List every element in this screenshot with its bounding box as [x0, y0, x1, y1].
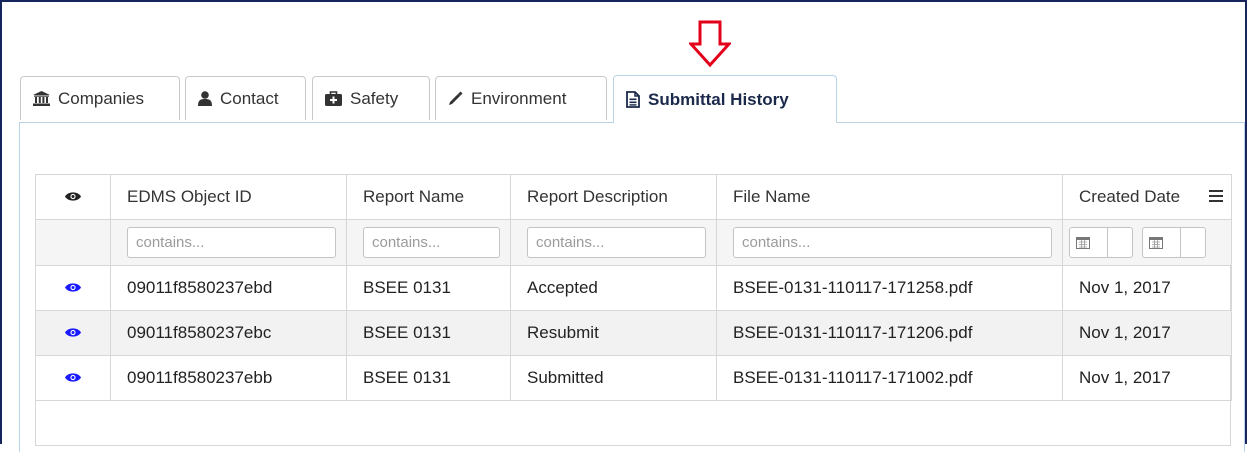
filter-cell — [510, 219, 717, 266]
cell-file-name: BSEE-0131-110117-171206.pdf — [716, 310, 1063, 356]
filter-report-name-input[interactable] — [363, 227, 500, 258]
grid-filter-row — [35, 219, 1232, 266]
annotation-down-arrow-icon — [689, 20, 731, 68]
filter-date-from[interactable] — [1069, 227, 1133, 258]
user-icon — [198, 91, 212, 106]
tab-environment[interactable]: Environment — [435, 76, 607, 120]
cell-report-name: BSEE 0131 — [346, 310, 511, 356]
filter-cell — [346, 219, 511, 266]
bank-icon — [33, 91, 50, 106]
column-header-report-description[interactable]: Report Description — [510, 174, 717, 220]
tab-companies[interactable]: Companies — [20, 76, 180, 120]
cell-created-date: Nov 1, 2017 — [1062, 355, 1232, 401]
file-text-icon — [626, 91, 640, 108]
cell-edms-object-id: 09011f8580237ebc — [110, 310, 347, 356]
filter-cell-empty — [35, 219, 111, 266]
cell-report-name: BSEE 0131 — [346, 355, 511, 401]
cell-report-description: Submitted — [510, 355, 717, 401]
view-column-header — [35, 174, 111, 220]
column-header-label: Created Date — [1079, 187, 1181, 206]
view-eye-icon[interactable] — [65, 327, 81, 338]
tab-submittal-history[interactable]: Submittal History — [613, 75, 837, 123]
cell-created-date: Nov 1, 2017 — [1062, 310, 1232, 356]
grid-header-row: EDMS Object ID Report Name Report Descri… — [35, 174, 1232, 220]
filter-report-description-input[interactable] — [527, 227, 706, 258]
column-header-report-name[interactable]: Report Name — [346, 174, 511, 220]
cell-file-name: BSEE-0131-110117-171258.pdf — [716, 265, 1063, 311]
view-cell — [35, 355, 111, 401]
column-menu-icon[interactable] — [1209, 189, 1223, 203]
tab-label: Environment — [471, 88, 567, 108]
view-cell — [35, 265, 111, 311]
tab-label: Safety — [350, 88, 399, 108]
eye-icon — [65, 192, 81, 201]
tab-label: Companies — [58, 88, 144, 108]
cell-report-name: BSEE 0131 — [346, 265, 511, 311]
medkit-icon — [325, 91, 342, 106]
filter-cell — [716, 219, 1063, 266]
column-header-created-date[interactable]: Created Date — [1062, 174, 1232, 220]
filter-file-name-input[interactable] — [733, 227, 1052, 258]
column-header-edms-object-id[interactable]: EDMS Object ID — [110, 174, 347, 220]
view-eye-icon[interactable] — [65, 372, 81, 383]
table-row: 09011f8580237ebc BSEE 0131 Resubmit BSEE… — [35, 310, 1232, 356]
cell-file-name: BSEE-0131-110117-171002.pdf — [716, 355, 1063, 401]
column-header-file-name[interactable]: File Name — [716, 174, 1063, 220]
tab-label: Submittal History — [648, 89, 789, 109]
cell-edms-object-id: 09011f8580237ebb — [110, 355, 347, 401]
cell-report-description: Resubmit — [510, 310, 717, 356]
calendar-icon — [1076, 237, 1090, 249]
tab-contact[interactable]: Contact — [185, 76, 306, 120]
cell-report-description: Accepted — [510, 265, 717, 311]
eyedropper-icon — [449, 91, 463, 105]
table-row: 09011f8580237ebb BSEE 0131 Submitted BSE… — [35, 355, 1232, 401]
calendar-icon — [1148, 237, 1163, 249]
filter-cell — [110, 219, 347, 266]
filter-cell — [1062, 219, 1232, 266]
submittal-history-grid: EDMS Object ID Report Name Report Descri… — [35, 174, 1232, 446]
tab-label: Contact — [220, 88, 279, 108]
filter-edms-object-id-input[interactable] — [127, 227, 336, 258]
table-row: 09011f8580237ebd BSEE 0131 Accepted BSEE… — [35, 265, 1232, 311]
tab-safety[interactable]: Safety — [312, 76, 430, 120]
view-eye-icon[interactable] — [65, 282, 81, 293]
view-cell — [35, 310, 111, 356]
cell-edms-object-id: 09011f8580237ebd — [110, 265, 347, 311]
filter-date-to[interactable] — [1141, 227, 1206, 258]
cell-created-date: Nov 1, 2017 — [1062, 265, 1232, 311]
